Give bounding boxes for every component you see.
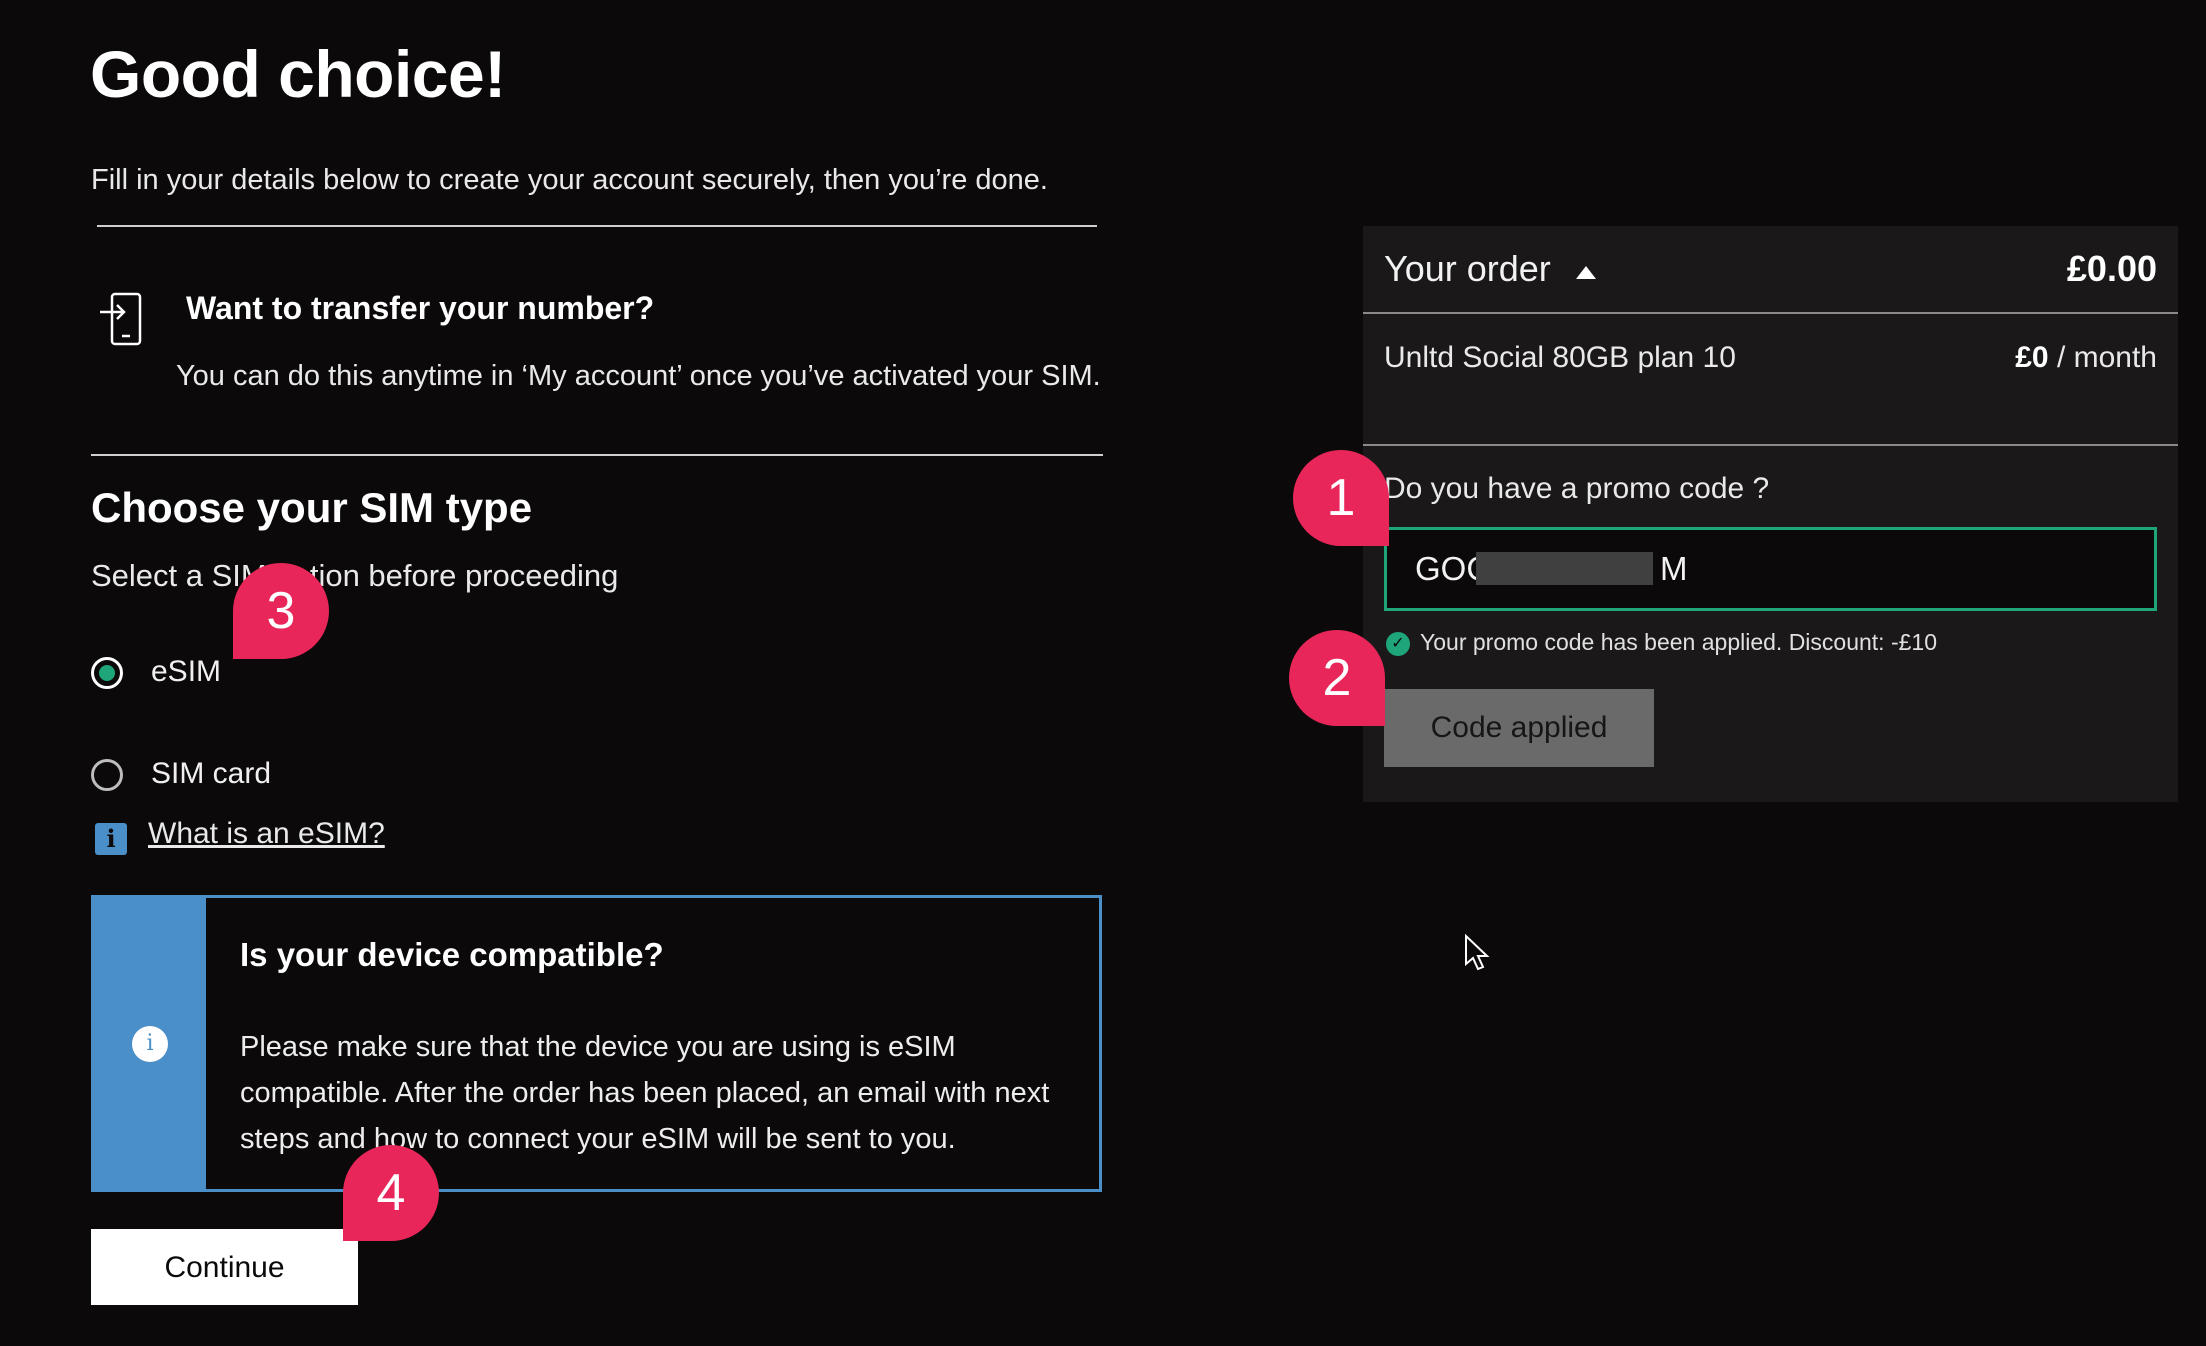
promo-code-label: Do you have a promo code ? [1384,472,1770,505]
promo-success-message: Your promo code has been applied. Discou… [1420,629,1937,655]
divider [91,454,1103,456]
info-icon: i [95,823,127,855]
mouse-cursor-icon [1464,933,1490,977]
compat-text: Please make sure that the device you are… [240,1031,1050,1155]
order-title[interactable]: Your order [1384,248,1551,290]
sim-card-radio[interactable] [91,759,123,791]
divider [97,225,1097,227]
promo-code-input-end: M [1660,550,1688,587]
transfer-heading: Want to transfer your number? [186,290,655,326]
page-title: Good choice! [90,37,506,111]
check-circle-icon: ✓ [1386,632,1410,656]
callout-marker-1: 1 [1293,450,1389,546]
callout-marker-2: 2 [1289,630,1385,726]
redacted-block [1476,552,1653,585]
phone-transfer-icon [98,290,146,348]
divider [1363,444,2178,446]
sim-type-heading: Choose your SIM type [91,484,533,531]
order-summary-panel: Your order £0.00 Unltd Social 80GB plan … [1363,226,2178,802]
continue-button[interactable]: Continue [91,1229,358,1305]
code-applied-button[interactable]: Code applied [1384,689,1654,767]
page-subtitle: Fill in your details below to create you… [91,164,1048,196]
sim-card-radio-label[interactable]: SIM card [151,757,271,791]
plan-name: Unltd Social 80GB plan 10 [1384,341,1736,374]
callout-marker-3: 3 [233,563,329,659]
esim-radio-label[interactable]: eSIM [151,655,221,689]
sim-type-subtitle: Select a SIM option before proceeding [91,558,619,593]
caret-up-icon[interactable] [1576,266,1596,279]
plan-price-period: / month [2048,341,2157,374]
compat-heading: Is your device compatible? [240,936,664,973]
transfer-text: You can do this anytime in ‘My account’ … [176,360,1101,392]
order-total: £0.00 [2066,248,2157,289]
divider [1363,312,2178,314]
callout-marker-4: 4 [343,1145,439,1241]
info-circle-icon: i [132,1026,168,1062]
plan-price: £0 / month [2015,341,2157,375]
what-is-esim-link[interactable]: What is an eSIM? [148,817,385,851]
device-compatibility-notice: i Is your device compatible? Please make… [91,895,1102,1192]
esim-radio[interactable] [91,657,123,689]
plan-price-amount: £0 [2015,341,2049,374]
